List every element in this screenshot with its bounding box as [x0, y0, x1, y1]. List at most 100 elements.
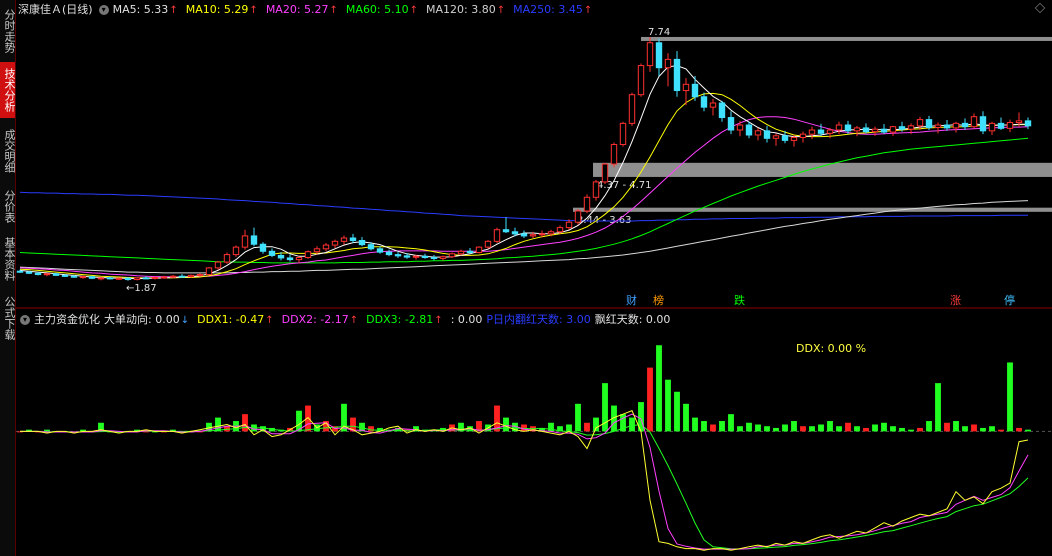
ma-legend-item-label: MA60: 5.10	[345, 3, 409, 16]
candle-body	[844, 124, 852, 132]
price-annotation: ←1.87	[126, 283, 157, 294]
indicator-title: 主力资金优化	[34, 313, 100, 326]
candle-body	[43, 273, 51, 276]
ddx-bar	[989, 426, 995, 432]
candle-body	[493, 229, 501, 242]
price-zone-band	[593, 162, 1052, 177]
candle-body	[394, 254, 402, 257]
sidebar: 分时走势技术分析成交明细分价表基本资料公式下载	[0, 0, 16, 556]
candle-body	[871, 128, 879, 133]
sidebar-tab-3[interactable]: 分价表	[0, 184, 16, 228]
ddx-bar	[998, 429, 1004, 432]
candle-body	[214, 261, 222, 269]
price-annotation: 7.74	[648, 27, 670, 38]
event-marker: 财	[626, 293, 637, 307]
candle-body	[700, 96, 708, 108]
candle-body	[790, 136, 798, 141]
candle-body	[763, 130, 771, 139]
candle-body	[574, 210, 582, 223]
candle-body	[241, 235, 249, 248]
ddx-bar	[836, 426, 842, 432]
ddx-bar	[593, 417, 599, 432]
candle-body	[799, 133, 807, 138]
ma-legend-item-label: MA5: 5.33	[112, 3, 169, 16]
indicator-menu-icon[interactable]: ▾	[20, 315, 30, 325]
candle-body	[403, 255, 411, 258]
price-chart-header: 深康佳Ａ(日线) ▾ MA5: 5.33↑ MA10: 5.29↑ MA20: 5.27…	[18, 2, 604, 18]
candle-body	[151, 276, 159, 279]
candle-body	[169, 275, 177, 278]
candle-body	[205, 267, 213, 276]
ddx-bar	[953, 421, 959, 432]
sidebar-tab-0[interactable]: 分时走势	[0, 4, 16, 58]
candle-body	[1006, 122, 1014, 129]
candle-body	[340, 237, 348, 242]
candle-body	[268, 250, 276, 256]
chart-menu-icon[interactable]: ▾	[98, 5, 109, 15]
ddx-bar	[665, 379, 671, 432]
indicator-legend-item-label: : 0.00	[450, 313, 483, 326]
candle-body	[70, 275, 78, 278]
candle-body	[52, 273, 60, 276]
candle-body	[952, 122, 960, 129]
candle-body	[223, 254, 231, 263]
candle-body	[313, 248, 321, 253]
ddx-bar	[242, 414, 248, 432]
candle-body	[88, 276, 96, 279]
candle-body	[808, 129, 816, 135]
ddx-bar	[1007, 362, 1013, 432]
ddx-bar	[566, 424, 572, 432]
candle-body	[835, 124, 843, 131]
candle-body	[61, 274, 69, 277]
candle-body	[907, 125, 915, 130]
candle-body	[682, 83, 690, 92]
indicator-legend-item-3: DDX3: -2.81↑	[366, 313, 447, 326]
candle-body	[727, 117, 735, 131]
ddx-bar	[1025, 429, 1031, 432]
ddx-bar	[737, 426, 743, 432]
candle-body	[124, 277, 132, 281]
indicator-legend-item-label: P日内翻红天数: 3.00	[486, 313, 591, 326]
ma-legend-item-label: MA120: 3.80	[426, 3, 496, 16]
ddx-bar	[971, 424, 977, 432]
candle-body	[619, 122, 627, 146]
ddx-percent-label: DDX: 0.00 %	[796, 342, 866, 355]
ma-legend-item-2: MA20: 5.27↑	[266, 3, 342, 16]
sidebar-tab-2[interactable]: 成交明细	[0, 122, 16, 180]
candle-body	[412, 255, 420, 258]
ddx-bar	[962, 426, 968, 432]
candle-body	[880, 128, 888, 133]
candle-body	[322, 244, 330, 250]
candle-body	[259, 243, 267, 252]
ma-line-ma60	[19, 137, 1029, 264]
ma-legend-item-0: MA5: 5.33↑	[113, 3, 182, 16]
candle-body	[925, 119, 933, 129]
candle-body	[979, 116, 987, 132]
candle-body	[718, 102, 726, 119]
ma-legend-item-label: MA10: 5.29	[185, 3, 249, 16]
indicator-legend-item-label: 大单动向: 0.00	[104, 313, 180, 326]
sidebar-tab-5[interactable]: 公式下载	[0, 290, 16, 346]
indicator-legend-item-6: 飘红天数: 0.00	[595, 313, 671, 326]
candle-body	[817, 129, 825, 134]
candle-body	[25, 271, 33, 274]
candle-body	[196, 274, 204, 277]
candle-body	[457, 250, 465, 255]
ddx-bar	[44, 429, 50, 432]
candle-body	[160, 276, 168, 279]
candle-body	[232, 246, 240, 256]
ddx-bar	[791, 421, 797, 432]
ma-legend-item-label: MA250: 3.45	[513, 3, 583, 16]
sidebar-tab-1[interactable]: 技术分析	[0, 62, 16, 118]
candle-body	[754, 130, 762, 136]
candle-body	[1015, 120, 1023, 124]
sidebar-tab-4[interactable]: 基本资料	[0, 233, 16, 285]
ddx-bar	[827, 421, 833, 432]
candle-body	[709, 102, 717, 108]
indicator-legend-item-label: DDX3: -2.81	[366, 313, 434, 326]
indicator-header: ▾ 主力资金优化 大单动向: 0.00↓ DDX1: -0.47↑ DDX2: -2.1…	[18, 312, 678, 328]
candle-body	[961, 122, 969, 128]
ma-legend-item-3: MA60: 5.10↑	[346, 3, 422, 16]
candle-body	[142, 277, 150, 280]
candle-body	[781, 135, 789, 141]
